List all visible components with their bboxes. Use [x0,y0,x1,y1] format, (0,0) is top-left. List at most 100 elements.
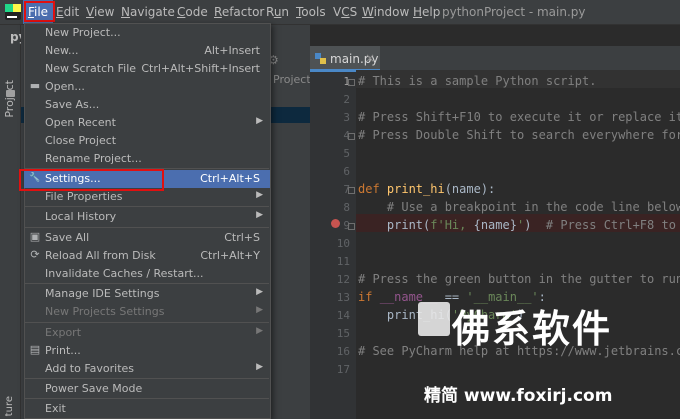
menu-code[interactable]: Code [177,0,208,24]
menu-item-label: Print... [45,344,81,357]
menu-item-label: Open... [45,80,85,93]
menu-item-local-history[interactable]: Local History ▶ [24,208,270,226]
menu-run[interactable]: Run [266,0,289,24]
menu-item-rename-project[interactable]: Rename Project... [24,150,270,168]
menu-separator [25,322,269,323]
line-number: 1 [343,75,350,88]
project-tool-tab[interactable]: Project [3,80,16,118]
menu-item-label: Save All [45,231,90,244]
menu-item-close-project[interactable]: Close Project [24,132,270,150]
menu-vcs[interactable]: VCS [333,0,357,24]
menu-item-label: Local History [45,210,117,223]
file-annotation-box [24,1,55,22]
submenu-arrow-icon: ▶ [256,116,263,126]
menu-item-shortcut: Ctrl+S [224,231,260,244]
menu-item-power-save-mode[interactable]: Power Save Mode [24,380,270,398]
menu-navigate[interactable]: Navigate [121,0,175,24]
folder-icon: ▬ [29,79,41,92]
python-file-icon [315,53,326,64]
menu-item-exit[interactable]: Exit [24,400,270,418]
watermark-logo-text: 佛系软件 [452,307,613,351]
menu-item-label: New... [45,44,79,57]
menu-item-open[interactable]: ▬ Open... [24,78,270,96]
menu-item-label: Reload All from Disk [45,249,156,262]
line-number: 10 [336,237,350,250]
pycharm-logo-icon [5,4,21,20]
menu-window[interactable]: Window [362,0,409,24]
menu-item-manage-ide-settings[interactable]: Manage IDE Settings ▶ [24,285,270,303]
menu-item-label: Save As... [45,98,100,111]
menu-separator [25,206,269,207]
submenu-arrow-icon: ▶ [256,326,263,336]
menu-item-label: New Scratch File [45,62,137,75]
menu-item-label: Add to Favorites [45,362,135,375]
line-number: 13 [336,291,350,304]
menu-item-open-recent[interactable]: Open Recent ▶ [24,114,270,132]
menu-item-new[interactable]: New... Alt+Insert [24,42,270,60]
line-number: 2 [343,93,350,106]
menu-item-shortcut: Ctrl+Alt+Shift+Insert [141,62,260,75]
menu-item-save-all[interactable]: ▣ Save All Ctrl+S [24,229,270,247]
menu-item-add-to-favorites[interactable]: Add to Favorites ▶ [24,360,270,378]
menu-separator [25,283,269,284]
code-line: print(f'Hi, {name}') # Press Ctrl+F8 to … [358,218,676,232]
code-line: # Press Double Shift to search everywher… [358,128,680,142]
submenu-arrow-icon: ▶ [256,210,263,220]
fold-marker-icon[interactable] [348,79,355,86]
menu-item-export: Export ▶ [24,324,270,342]
line-number: 4 [343,129,350,142]
submenu-arrow-icon: ▶ [256,190,263,200]
fold-marker-icon[interactable] [348,133,355,140]
code-line: # Press the green button in the gutter t… [358,272,680,286]
save-icon: ▣ [29,230,41,243]
menu-item-new-project[interactable]: New Project... [24,24,270,42]
project-panel-title: Project [273,73,311,86]
menu-item-shortcut: Ctrl+Alt+Y [200,249,260,262]
menu-help[interactable]: Help [413,0,440,24]
code-line: # Press Shift+F10 to execute it or repla… [358,110,680,124]
line-number: 3 [343,111,350,124]
fold-marker-icon[interactable] [348,187,355,194]
window-title: pythonProject - main.py [442,5,586,19]
reload-icon: ⟳ [30,248,40,261]
menu-item-label: Invalidate Caches / Restart... [45,267,204,280]
line-number: 17 [336,363,350,376]
line-number: 9 [343,219,350,232]
line-number: 14 [336,309,350,322]
settings-annotation-box [19,169,164,191]
code-line: # Use a breakpoint in the code line belo… [358,200,680,214]
line-number: 12 [336,273,350,286]
line-number: 15 [336,327,350,340]
menu-refactor[interactable]: Refactor [214,0,264,24]
menu-item-label: Export [45,326,82,339]
fold-marker-icon[interactable] [348,223,355,230]
print-icon: ▤ [29,343,41,356]
menu-item-shortcut: Ctrl+Alt+S [200,172,260,185]
menu-tools[interactable]: Tools [296,0,326,24]
watermark-logo-icon [418,302,450,336]
menu-item-label: Rename Project... [45,152,142,165]
line-number: 8 [343,201,350,214]
submenu-arrow-icon: ▶ [256,305,263,315]
submenu-arrow-icon: ▶ [256,287,263,297]
submenu-arrow-icon: ▶ [256,362,263,372]
line-number: 5 [343,147,350,160]
menu-item-invalidate-caches[interactable]: Invalidate Caches / Restart... [24,265,270,283]
menu-item-label: File Properties [45,190,123,203]
menu-item-label: Power Save Mode [45,382,143,395]
code-line: # This is a sample Python script. [358,74,597,88]
line-number: 6 [343,165,350,178]
menu-item-label: Close Project [45,134,117,147]
menu-item-save-as[interactable]: Save As... [24,96,270,114]
structure-tool-tab[interactable]: ture [4,396,15,416]
menu-item-print[interactable]: ▤ Print... [24,342,270,360]
watermark-site-text: 精简 www.foxirj.com [424,386,613,406]
menu-separator [25,227,269,228]
menu-view[interactable]: View [86,0,114,24]
line-number: 16 [336,345,350,358]
menu-item-new-scratch-file[interactable]: New Scratch File Ctrl+Alt+Shift+Insert [24,60,270,78]
menu-item-reload-all[interactable]: ⟳ Reload All from Disk Ctrl+Alt+Y [24,247,270,265]
close-icon[interactable]: × [365,51,375,65]
menu-edit[interactable]: Edit [56,0,79,24]
menu-item-new-projects-settings: New Projects Settings ▶ [24,303,270,321]
